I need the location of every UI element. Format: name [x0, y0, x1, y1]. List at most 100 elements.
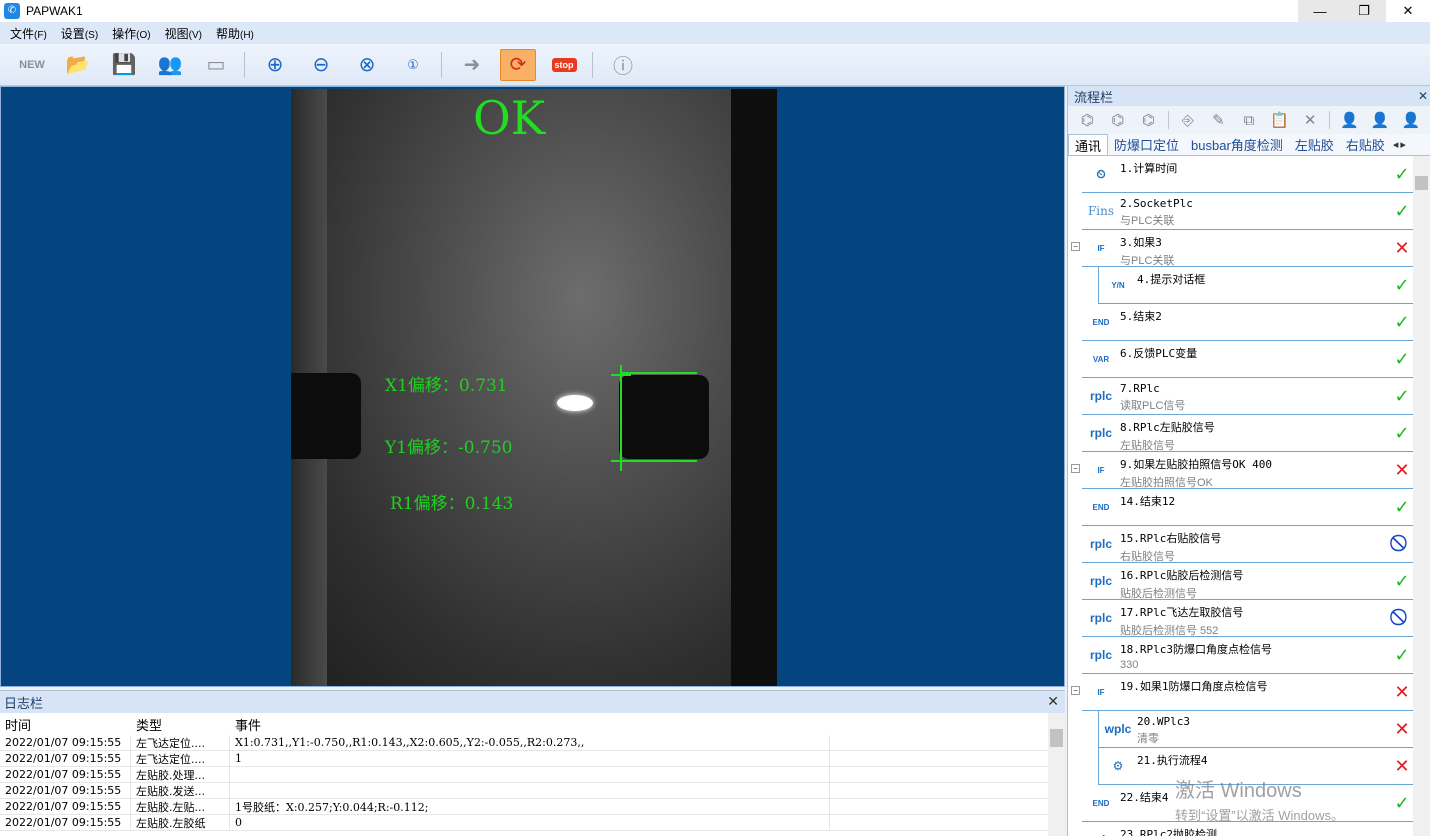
user-icon: 👤: [1340, 112, 1359, 129]
users-button[interactable]: 👥: [152, 49, 188, 81]
menu-item-label: 操作: [112, 26, 137, 41]
menu-item-1[interactable]: 设置(S): [61, 25, 98, 42]
new-file-button[interactable]: NEW: [14, 49, 50, 81]
menu-item-3[interactable]: 视图(V): [165, 25, 202, 42]
flow-toolbar: ⌬ ⌬ ⌬ ⎆ ✎ ⧉ 📋 ✕ 👤 👤 👤: [1068, 106, 1430, 134]
menu-item-2[interactable]: 操作(O): [112, 25, 150, 42]
minimize-button[interactable]: —: [1298, 0, 1342, 22]
step-status-icon: ⃠: [1382, 600, 1414, 636]
delete-step-button[interactable]: ⌬: [1137, 109, 1160, 131]
tab-communication[interactable]: 通讯: [1068, 134, 1109, 155]
zoom-fit-button[interactable]: ⊗: [349, 49, 385, 81]
table-row[interactable]: 2022/01/07 09:15:55 左飞达定位.... X1:0.731,,Y1…: [0, 735, 1048, 751]
list-item[interactable]: rplc 15.RPlc右贴胶信号右贴胶信号⃠: [1082, 526, 1414, 563]
flow-close-icon[interactable]: ✕: [1418, 89, 1428, 103]
list-item[interactable]: rplc 16.RPlc贴胶后检测信号 贴胶后检测信号 ✓: [1082, 563, 1414, 600]
list-item[interactable]: IF 9.如果左贴胶拍照信号OK 400 左贴胶拍照信号OK ✕: [1082, 452, 1414, 489]
run-step-button[interactable]: ⎆: [1177, 109, 1200, 131]
step-type-icon: rplc: [1082, 822, 1120, 836]
menu-item-4[interactable]: 帮助(H): [216, 25, 254, 42]
step-type-icon: ⚙: [1112, 759, 1124, 773]
list-item[interactable]: ⏲ 1.计算时间 ✓: [1082, 156, 1414, 193]
log-scroll-thumb[interactable]: [1050, 729, 1063, 747]
insert-step-button[interactable]: ⌬: [1107, 109, 1130, 131]
stop-button[interactable]: stop: [546, 49, 582, 81]
column-event[interactable]: 事件: [230, 713, 830, 735]
zoom-actual-button[interactable]: ①: [395, 49, 431, 81]
tab-right-tape[interactable]: 右贴胶: [1340, 134, 1391, 155]
list-item[interactable]: rplc 17.RPlc飞达左取胶信号贴胶后检测信号 552⃠: [1082, 600, 1414, 637]
list-item[interactable]: END 14.结束12 ✓: [1082, 489, 1414, 526]
info-button[interactable]: ⓘ: [605, 49, 641, 81]
tab-scroll-left-icon[interactable]: ◂: [1393, 138, 1399, 151]
list-item[interactable]: rplc 18.RPlc3防爆口角度点检信号 330 ✓: [1082, 637, 1414, 674]
add-step-button[interactable]: ⌬: [1076, 109, 1099, 131]
flow-scroll-thumb[interactable]: [1415, 176, 1428, 190]
paste-icon: 📋: [1270, 112, 1289, 129]
cut-step-button[interactable]: ✕: [1299, 109, 1322, 131]
column-time[interactable]: 时间: [0, 713, 131, 735]
user-button-3[interactable]: 👤: [1400, 109, 1423, 131]
list-item[interactable]: IF 19.如果1防爆口角度点检信号 ✕: [1082, 674, 1414, 711]
menu-item-shortcut: (V): [188, 29, 202, 41]
list-item[interactable]: Y/N 4.提示对话框 ✓: [1098, 267, 1414, 304]
list-item[interactable]: Fins 2.SocketPlc 与PLC关联 ✓: [1082, 193, 1414, 230]
flow-scrollbar[interactable]: [1413, 156, 1430, 836]
collapse-toggle[interactable]: −: [1071, 464, 1080, 473]
paste-step-button[interactable]: 📋: [1268, 109, 1291, 131]
open-folder-button[interactable]: 📂: [60, 49, 96, 81]
list-item[interactable]: END 5.结束2 ✓: [1082, 304, 1414, 341]
collapse-toggle[interactable]: −: [1071, 686, 1080, 695]
run-once-button[interactable]: ➜: [454, 49, 490, 81]
table-row[interactable]: 2022/01/07 09:15:55 左贴胶.左胶纸 0: [0, 815, 1048, 831]
tab-busbar-angle[interactable]: busbar角度检测: [1185, 134, 1289, 155]
zoom-out-button[interactable]: ⊖: [303, 49, 339, 81]
user-button-2[interactable]: 👤: [1369, 109, 1392, 131]
run-loop-button[interactable]: ⟳: [500, 48, 536, 81]
collapse-toggle[interactable]: −: [1071, 242, 1080, 251]
log-scrollbar[interactable]: [1048, 713, 1065, 836]
list-item[interactable]: IF 3.如果3 与PLC关联 ✕: [1082, 230, 1414, 267]
list-item[interactable]: VAR 6.反馈PLC变量 ✓: [1082, 341, 1414, 378]
fit-frame-icon: ▭: [206, 54, 226, 76]
toolbar-separator: [441, 51, 442, 78]
user-button-1[interactable]: 👤: [1338, 109, 1361, 131]
restore-button[interactable]: ❐: [1342, 0, 1386, 22]
image-view[interactable]: OK X1偏移：0.731 Y1偏移：-0.750 R1偏移：0.143: [0, 86, 1065, 687]
step-type-icon: ⏲: [1096, 166, 1106, 181]
step-text: 9.如果左贴胶拍照信号OK 400 左贴胶拍照信号OK: [1120, 452, 1382, 490]
close-button[interactable]: ✕: [1386, 0, 1430, 22]
list-item[interactable]: rplc23.RPlc2抛胶检测: [1082, 822, 1414, 836]
log-rows: 2022/01/07 09:15:55 左飞达定位.... X1:0.731,,Y1…: [0, 735, 1048, 831]
zoom-out-icon: ⊖: [312, 54, 330, 76]
tab-vent-locate[interactable]: 防爆口定位: [1108, 134, 1185, 155]
step-status-icon: ✓: [1394, 348, 1410, 369]
list-item[interactable]: rplc 7.RPlc 读取PLC信号 ✓: [1082, 378, 1414, 415]
log-time-cell: 2022/01/07 09:15:55: [0, 735, 131, 750]
log-close-icon[interactable]: ✕: [1047, 693, 1059, 710]
menu-item-shortcut: (O): [136, 29, 151, 41]
log-table: 时间 类型 事件 2022/01/07 09:15:55 左飞达定位.... X1:…: [0, 713, 1048, 831]
step-text: 1.计算时间: [1120, 156, 1382, 176]
save-button[interactable]: 💾: [106, 49, 142, 81]
step-text: 21.执行流程4: [1137, 748, 1382, 768]
zoom-in-button[interactable]: ⊕: [257, 49, 293, 81]
log-time-cell: 2022/01/07 09:15:55: [0, 751, 131, 766]
list-item[interactable]: wplc 20.WPlc3 清零 ✕: [1098, 711, 1414, 748]
table-row[interactable]: 2022/01/07 09:15:55 左贴胶.左贴... 1号胶纸：X:0.257…: [0, 799, 1048, 815]
flow-title: 流程栏: [1074, 89, 1114, 105]
table-row[interactable]: 2022/01/07 09:15:55 左贴胶.处理...: [0, 767, 1048, 783]
menu-item-0[interactable]: 文件(F): [10, 25, 47, 42]
table-row[interactable]: 2022/01/07 09:15:55 左飞达定位.... 1: [0, 751, 1048, 767]
step-text: 5.结束2: [1120, 304, 1382, 324]
list-item[interactable]: rplc 8.RPlc左贴胶信号 左贴胶信号 ✓: [1082, 415, 1414, 452]
fit-window-button[interactable]: ▭: [198, 49, 234, 81]
tab-scroll-right-icon[interactable]: ▸: [1400, 138, 1406, 151]
edit-icon: ✎: [1212, 112, 1225, 129]
table-row[interactable]: 2022/01/07 09:15:55 左贴胶.发送...: [0, 783, 1048, 799]
copy-step-button[interactable]: ⧉: [1238, 109, 1261, 131]
edit-step-button[interactable]: ✎: [1207, 109, 1230, 131]
tab-left-tape[interactable]: 左贴胶: [1289, 134, 1340, 155]
menu-item-label: 设置: [60, 26, 85, 41]
column-type[interactable]: 类型: [131, 713, 230, 735]
